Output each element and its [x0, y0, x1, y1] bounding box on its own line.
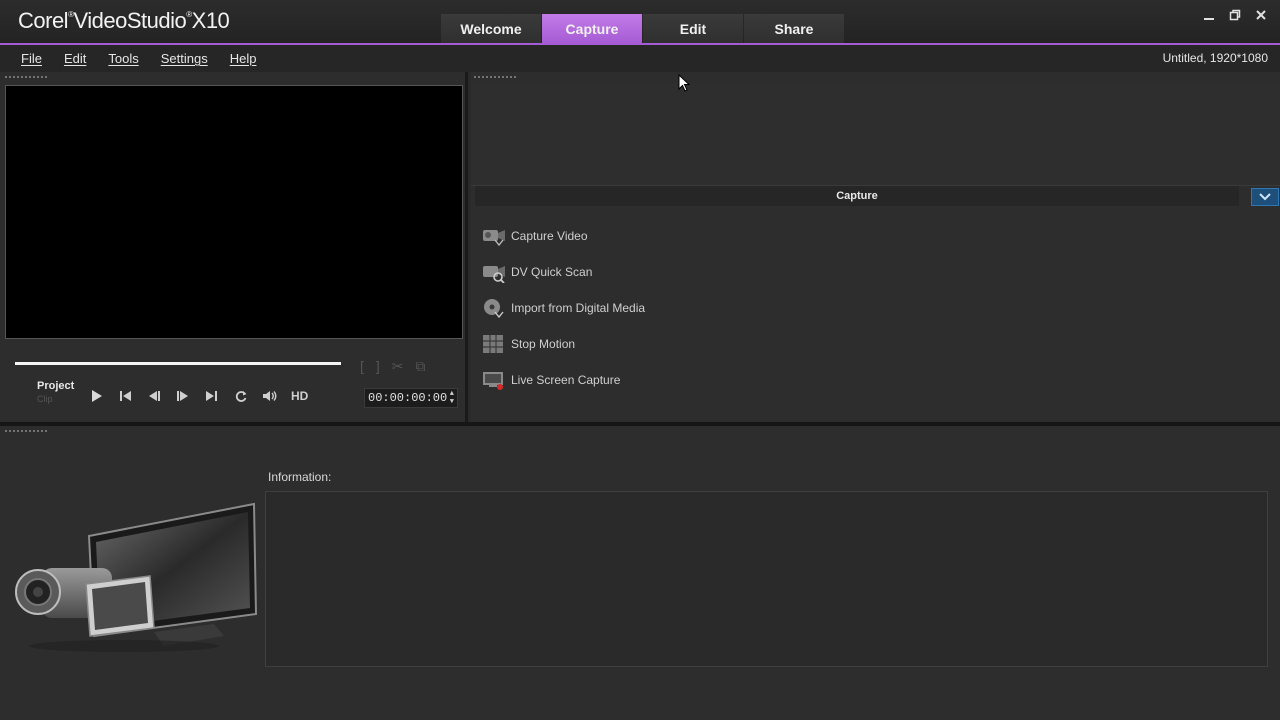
timecode-value[interactable]: 00:00:00:00	[368, 391, 447, 405]
menu-bar: File Edit Tools Settings Help Untitled, …	[0, 45, 1280, 72]
title-bar: Corel®VideoStudio®X10 Welcome Capture Ed…	[0, 0, 1280, 44]
mark-out-icon[interactable]: ]	[376, 358, 380, 375]
stop-motion-option[interactable]: Stop Motion	[481, 326, 645, 362]
dv-scan-icon	[481, 261, 507, 284]
disc-import-icon	[481, 297, 507, 319]
dv-quick-scan-option[interactable]: DV Quick Scan	[481, 254, 645, 290]
capture-info-area	[471, 84, 1280, 186]
timecode-spinner[interactable]: ▲ ▼	[450, 390, 454, 406]
capture-options: Capture Video DV Quick Scan Import from …	[481, 218, 645, 398]
capture-video-label[interactable]: Capture Video	[511, 229, 588, 243]
mode-clip-label[interactable]: Clip	[37, 394, 74, 404]
next-frame-icon[interactable]	[173, 386, 193, 406]
film-grid-icon	[481, 333, 507, 355]
play-icon[interactable]	[86, 386, 106, 406]
collapse-button[interactable]	[1251, 188, 1279, 206]
dv-quick-scan-label[interactable]: DV Quick Scan	[511, 265, 592, 279]
timecode-field[interactable]: 00:00:00:00 ▲ ▼	[364, 388, 458, 408]
close-icon[interactable]	[1252, 6, 1270, 24]
logo-version: X10	[191, 8, 230, 33]
live-screen-capture-option[interactable]: Live Screen Capture	[481, 362, 645, 398]
panel-grip[interactable]	[4, 75, 48, 79]
mark-in-icon[interactable]: [	[360, 358, 364, 375]
panel-grip[interactable]	[4, 429, 48, 433]
spin-up-icon[interactable]: ▲	[450, 390, 454, 398]
menu-settings[interactable]: Settings	[150, 51, 219, 66]
screen-record-icon	[481, 369, 507, 391]
restore-icon[interactable]	[1226, 6, 1244, 24]
tab-capture[interactable]: Capture	[542, 14, 642, 44]
camera-illustration	[14, 496, 259, 656]
logo-brand: Corel	[18, 8, 69, 33]
mouse-cursor-icon	[678, 74, 690, 92]
app-window: Corel®VideoStudio®X10 Welcome Capture Ed…	[0, 0, 1280, 720]
chevron-down-icon	[1259, 193, 1271, 201]
previous-frame-icon[interactable]	[144, 386, 164, 406]
tab-share[interactable]: Share	[744, 14, 844, 44]
preview-window	[5, 85, 463, 339]
import-digital-media-label[interactable]: Import from Digital Media	[511, 301, 645, 315]
repeat-icon[interactable]	[231, 386, 251, 406]
capture-video-option[interactable]: Capture Video	[481, 218, 645, 254]
information-label: Information:	[268, 470, 332, 484]
stop-motion-label[interactable]: Stop Motion	[511, 337, 575, 351]
end-icon[interactable]	[202, 386, 222, 406]
logo-product: VideoStudio	[73, 8, 187, 33]
workspace-tabs: Welcome Capture Edit Share	[441, 14, 845, 44]
information-box	[265, 491, 1268, 667]
information-panel: Information:	[0, 426, 1280, 720]
hd-toggle[interactable]: HD	[291, 389, 308, 403]
scrubber-bar[interactable]	[15, 362, 341, 365]
volume-icon[interactable]	[260, 386, 280, 406]
spin-down-icon[interactable]: ▼	[450, 398, 454, 406]
transport-controls: HD	[86, 386, 308, 406]
main-menu: File Edit Tools Settings Help	[10, 45, 267, 72]
tab-welcome[interactable]: Welcome	[441, 14, 541, 44]
minimize-icon[interactable]	[1200, 6, 1218, 24]
play-mode[interactable]: Project Clip	[37, 380, 74, 404]
tab-edit[interactable]: Edit	[643, 14, 743, 44]
app-logo: Corel®VideoStudio®X10	[18, 8, 230, 33]
menu-file[interactable]: File	[10, 51, 53, 66]
import-digital-media-option[interactable]: Import from Digital Media	[481, 290, 645, 326]
split-icon[interactable]: ✂	[392, 358, 404, 375]
panel-grip[interactable]	[473, 75, 517, 79]
mode-project-label[interactable]: Project	[37, 380, 74, 392]
enlarge-icon[interactable]: ⧉	[416, 358, 426, 375]
capture-panel: Capture Capture Video DV Quick Scan Impo…	[471, 72, 1280, 422]
window-controls	[1200, 6, 1270, 24]
home-icon[interactable]	[115, 386, 135, 406]
menu-edit[interactable]: Edit	[53, 51, 97, 66]
player-panel: [ ] ✂ ⧉ Project Clip HD 00:00:00:00 ▲ ▼	[0, 72, 468, 422]
menu-help[interactable]: Help	[219, 51, 268, 66]
menu-tools[interactable]: Tools	[97, 51, 149, 66]
trim-controls: [ ] ✂ ⧉	[360, 358, 426, 375]
live-screen-capture-label[interactable]: Live Screen Capture	[511, 373, 620, 387]
project-info: Untitled, 1920*1080	[1162, 51, 1268, 65]
capture-header: Capture	[475, 186, 1239, 206]
camcorder-icon	[481, 225, 507, 247]
